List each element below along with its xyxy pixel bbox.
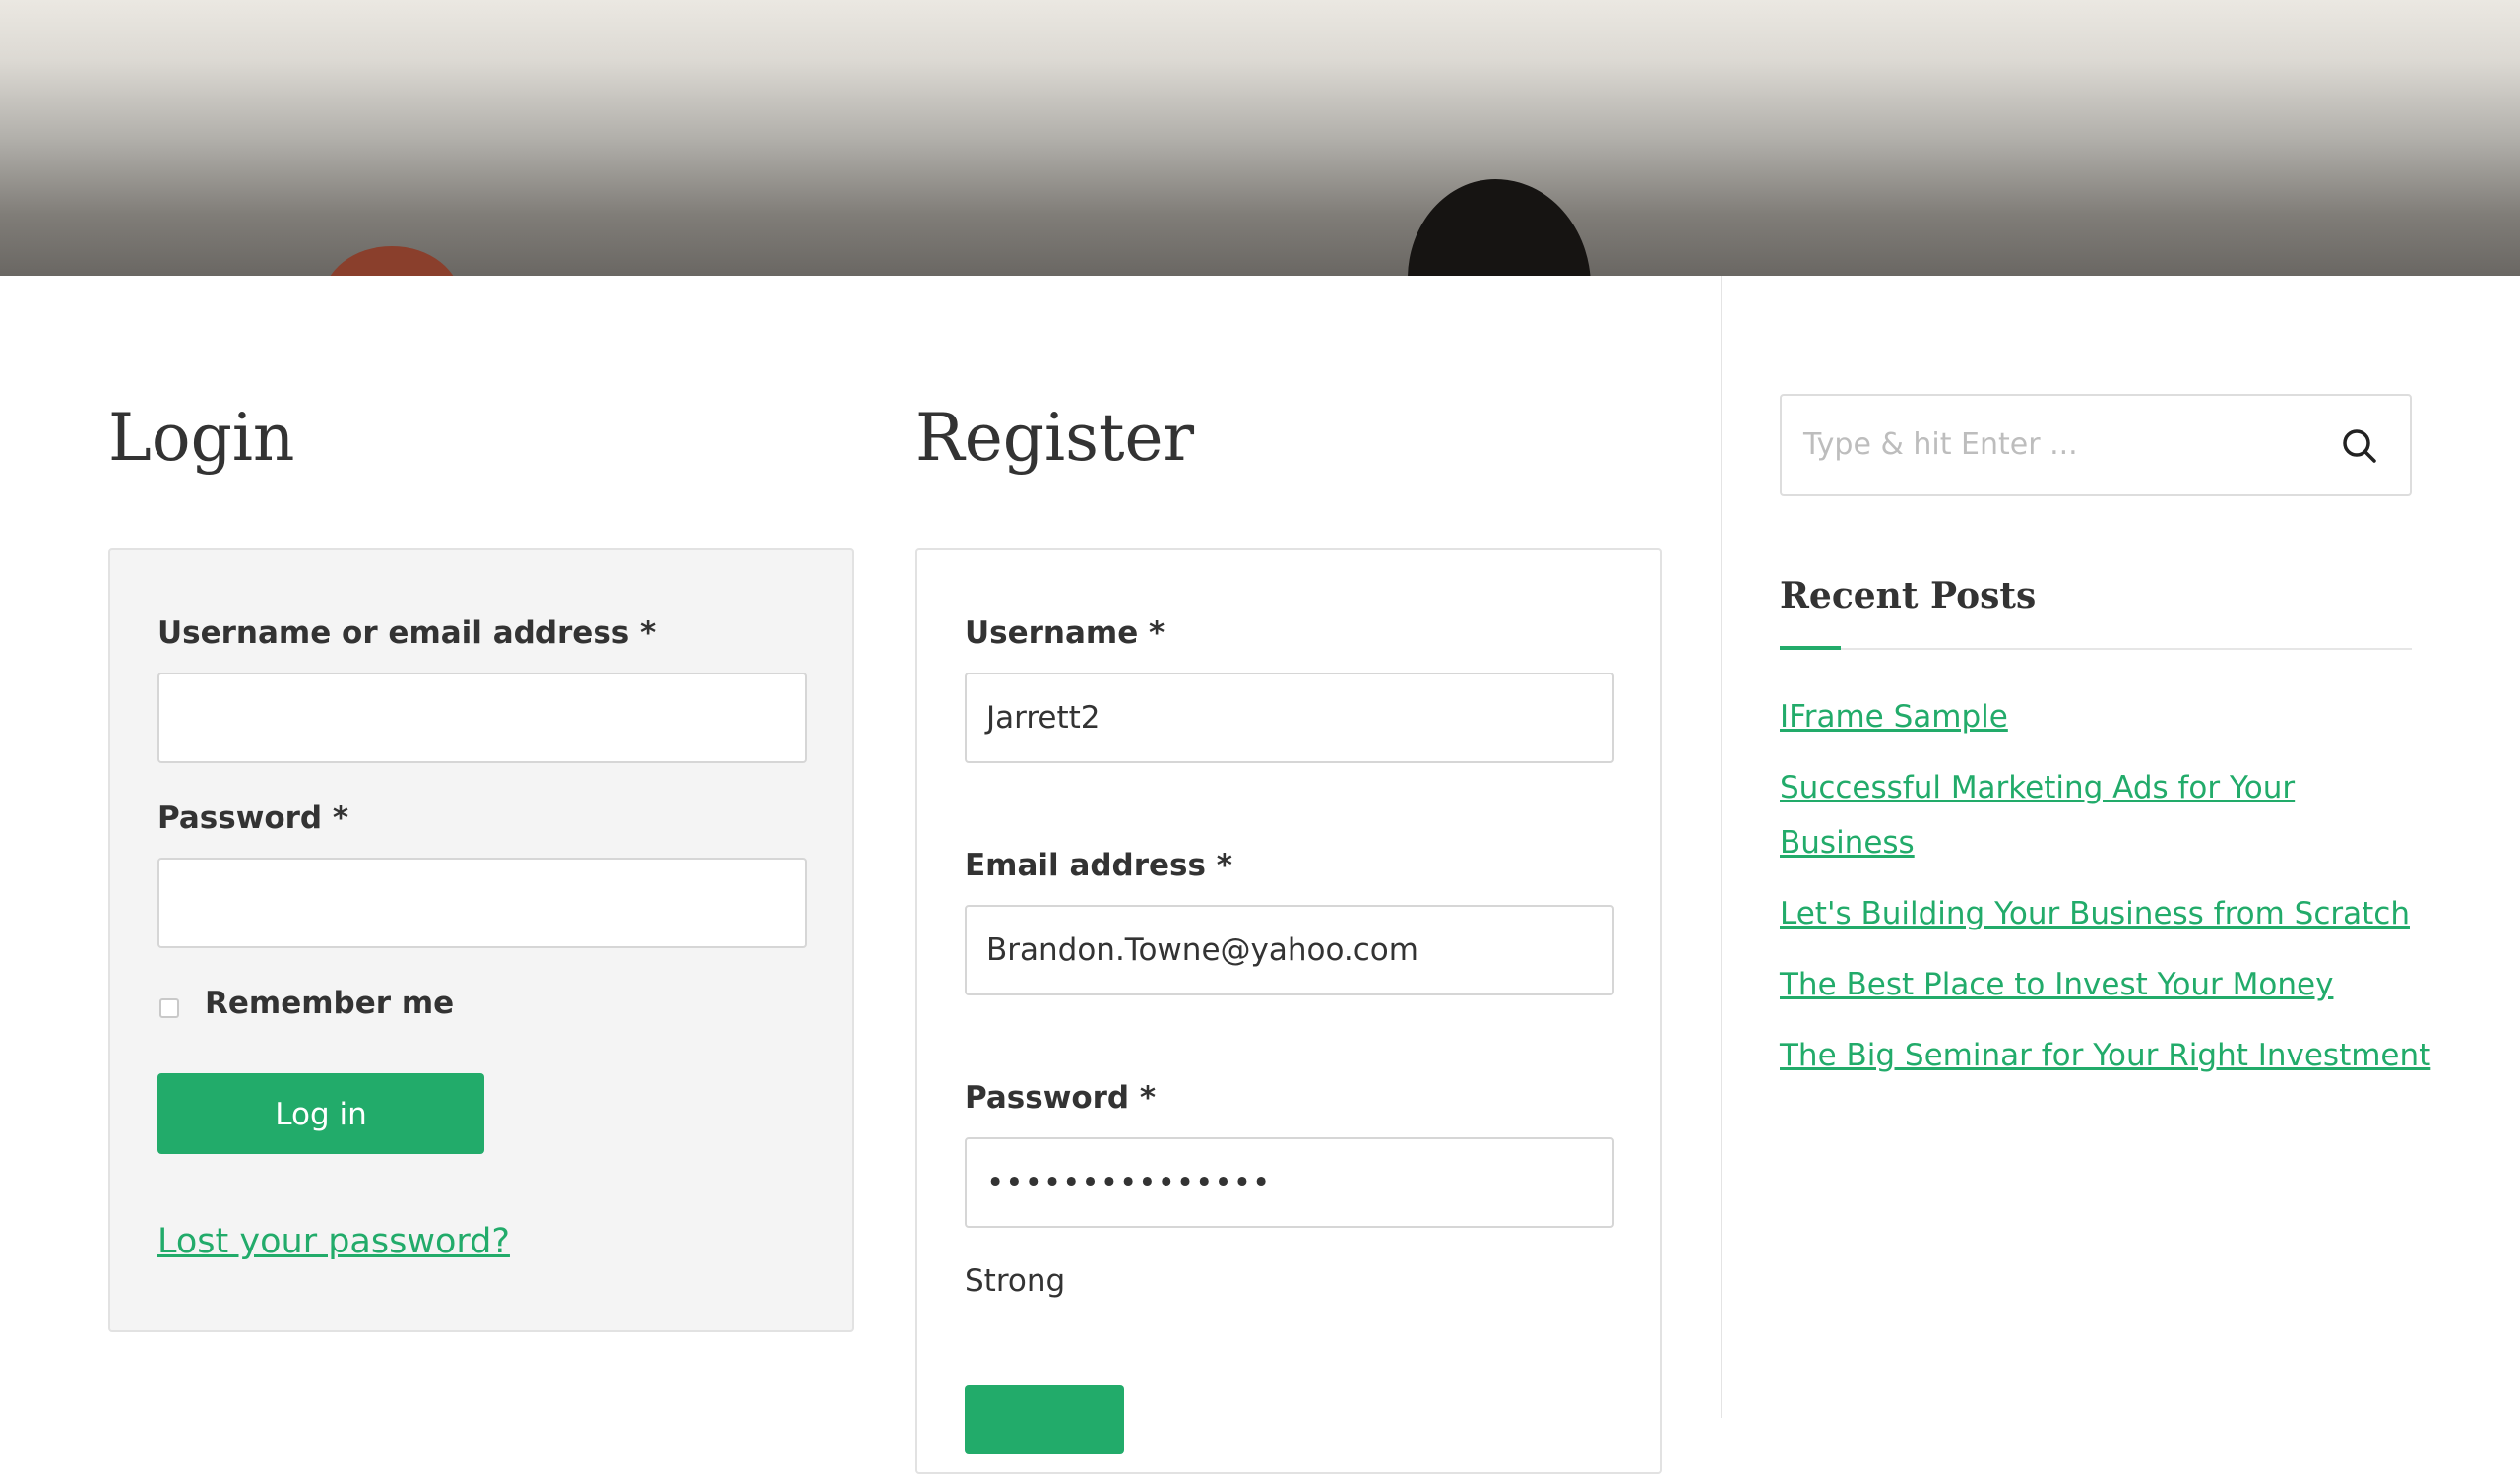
login-username-input[interactable] — [158, 673, 807, 763]
list-item: IFrame Sample — [1780, 689, 2420, 744]
recent-posts-accent — [1780, 646, 1841, 650]
hero-person-right — [1408, 179, 1591, 276]
recent-post-link[interactable]: Let's Building Your Business from Scratc… — [1780, 896, 2410, 931]
hero-person-left — [323, 246, 461, 276]
search-icon[interactable] — [2339, 425, 2380, 467]
login-button[interactable]: Log in — [158, 1073, 484, 1154]
hero-banner — [0, 0, 2520, 276]
register-heading: Register — [915, 400, 1195, 476]
recent-post-link[interactable]: IFrame Sample — [1780, 699, 2008, 735]
content-sidebar-divider — [1721, 276, 1722, 1418]
remember-me-label[interactable]: Remember me — [205, 986, 454, 1021]
list-item: Successful Marketing Ads for Your Busine… — [1780, 760, 2331, 870]
list-item: The Best Place to Invest Your Money — [1780, 957, 2420, 1012]
login-username-label: Username or email address * — [158, 615, 657, 651]
recent-posts-heading: Recent Posts — [1780, 575, 2037, 616]
register-username-input[interactable]: Jarrett2 — [965, 673, 1614, 763]
register-email-input[interactable]: Brandon.Towne@yahoo.com — [965, 905, 1614, 995]
login-heading: Login — [108, 400, 295, 476]
register-username-label: Username * — [965, 615, 1166, 651]
register-password-label: Password * — [965, 1080, 1157, 1116]
list-item: The Big Seminar for Your Right Investmen… — [1780, 1028, 2430, 1083]
list-item: Let's Building Your Business from Scratc… — [1780, 886, 2420, 941]
remember-me-checkbox[interactable] — [159, 998, 179, 1018]
register-email-label: Email address * — [965, 848, 1232, 883]
recent-posts-list: IFrame Sample Successful Marketing Ads f… — [1780, 689, 2430, 1099]
login-password-input[interactable] — [158, 858, 807, 948]
register-form: Username * Jarrett2 Email address * Bran… — [915, 548, 1662, 1474]
recent-post-link[interactable]: The Big Seminar for Your Right Investmen… — [1780, 1038, 2430, 1073]
login-form: Username or email address * Password * R… — [108, 548, 854, 1332]
recent-post-link[interactable]: The Best Place to Invest Your Money — [1780, 967, 2333, 1002]
search-input[interactable]: Type & hit Enter ... — [1803, 427, 2078, 462]
recent-post-link[interactable]: Successful Marketing Ads for Your Busine… — [1780, 770, 2295, 861]
login-password-label: Password * — [158, 801, 349, 836]
lost-password-link[interactable]: Lost your password? — [158, 1222, 510, 1261]
search-form[interactable]: Type & hit Enter ... — [1780, 394, 2412, 496]
register-password-input[interactable]: ••••••••••••••• — [965, 1137, 1614, 1228]
register-button[interactable] — [965, 1385, 1124, 1454]
recent-posts-divider — [1780, 648, 2412, 650]
password-strength-indicator: Strong — [965, 1263, 1066, 1299]
